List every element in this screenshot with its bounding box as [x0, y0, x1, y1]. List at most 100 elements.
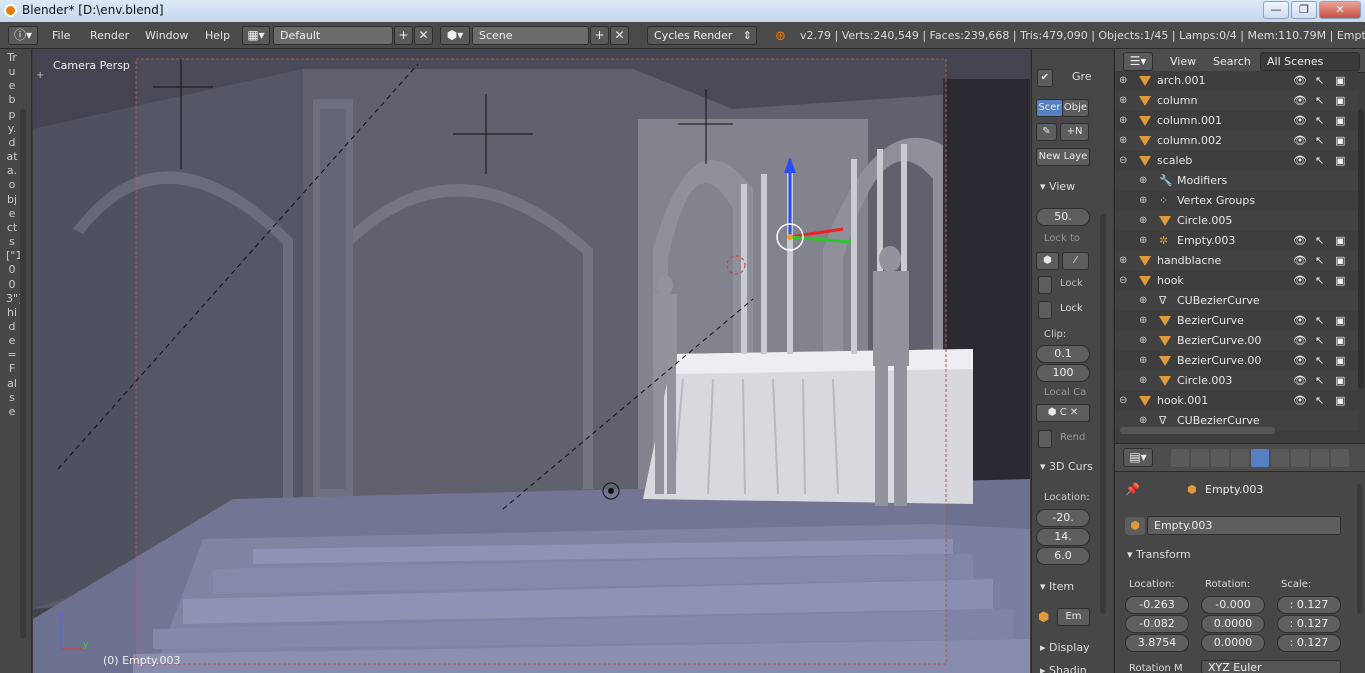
constraints-tab-icon[interactable]: [1271, 449, 1289, 467]
location-z-field[interactable]: 3.8754: [1125, 634, 1189, 652]
expand-toggle-icon[interactable]: ⊕: [1139, 191, 1147, 211]
new-note-button[interactable]: +N: [1060, 123, 1089, 141]
location-x-field[interactable]: -0.263: [1125, 596, 1189, 614]
render-engine-select[interactable]: Cycles Render ⇕: [647, 26, 757, 45]
expand-toggle-icon[interactable]: ⊕: [1139, 171, 1147, 191]
material-tab-icon[interactable]: [1311, 449, 1329, 467]
select-pointer-icon[interactable]: ↖: [1315, 331, 1324, 351]
location-y-field[interactable]: -0.082: [1125, 615, 1189, 633]
outliner-editor-icon[interactable]: ☰▾: [1123, 52, 1153, 71]
minimize-button[interactable]: —: [1263, 1, 1289, 19]
expand-toggle-icon[interactable]: ⊕: [1119, 91, 1127, 111]
menu-file[interactable]: File: [52, 29, 70, 42]
tool-shelf-toggle-icon[interactable]: +: [36, 71, 46, 81]
render-camera-icon[interactable]: ▣: [1335, 351, 1345, 371]
3d-viewport[interactable]: z y Camera Persp (0) Empty.003 +: [33, 49, 1030, 673]
select-pointer-icon[interactable]: ↖: [1315, 391, 1324, 411]
properties-scrollbar[interactable]: [1357, 484, 1362, 614]
cursor-x-field[interactable]: -20.: [1036, 509, 1090, 527]
expand-toggle-icon[interactable]: ⊕: [1139, 351, 1147, 371]
rotation-mode-select[interactable]: XYZ Euler: [1201, 660, 1341, 673]
menu-help[interactable]: Help: [205, 29, 230, 42]
outliner-row[interactable]: ⊕ BezierCurve 👁 ↖ ▣: [1115, 311, 1358, 331]
3d-cursor-panel-header[interactable]: ▾ 3D Curs: [1040, 460, 1093, 473]
expand-toggle-icon[interactable]: ⊕: [1139, 331, 1147, 351]
outliner-row[interactable]: ⊕ arch.001 👁 ↖ ▣: [1115, 71, 1358, 91]
modifiers-tab-icon[interactable]: [1291, 449, 1309, 467]
render-camera-icon[interactable]: ▣: [1335, 91, 1345, 111]
expand-toggle-icon[interactable]: ⊕: [1119, 131, 1127, 151]
outliner-row[interactable]: ⊕ ⁘ Vertex Groups: [1115, 191, 1358, 211]
outliner-menu-search[interactable]: Search: [1213, 55, 1251, 68]
expand-toggle-icon[interactable]: ⊕: [1119, 71, 1127, 91]
render-camera-icon[interactable]: ▣: [1335, 231, 1345, 251]
panel-scrollbar[interactable]: [1100, 214, 1106, 614]
scene-field[interactable]: Scene: [472, 26, 589, 45]
select-pointer-icon[interactable]: ↖: [1315, 311, 1324, 331]
add-scene-button[interactable]: +: [590, 26, 609, 45]
scale-x-field[interactable]: : 0.127: [1277, 596, 1341, 614]
select-pointer-icon[interactable]: ↖: [1315, 371, 1324, 391]
clip-start-field[interactable]: 0.1: [1036, 345, 1090, 363]
outliner-menu-view[interactable]: View: [1170, 55, 1196, 68]
object-name-field[interactable]: Empty.003: [1147, 516, 1341, 535]
local-camera-field[interactable]: ⬢ C ✕: [1036, 404, 1090, 422]
cursor-z-field[interactable]: 6.0: [1036, 547, 1090, 565]
rotation-z-field[interactable]: 0.0000: [1201, 634, 1265, 652]
scale-z-field[interactable]: : 0.127: [1277, 634, 1341, 652]
menu-render[interactable]: Render: [90, 29, 129, 42]
outliner-row[interactable]: ⊕ column.002 👁 ↖ ▣: [1115, 131, 1358, 151]
outliner-row[interactable]: ⊕ ✲ Empty.003 👁 ↖ ▣: [1115, 231, 1358, 251]
render-camera-icon[interactable]: ▣: [1335, 111, 1345, 131]
menu-window[interactable]: Window: [145, 29, 188, 42]
visibility-eye-icon[interactable]: 👁: [1293, 311, 1307, 331]
render-camera-icon[interactable]: ▣: [1335, 271, 1345, 291]
outliner-row[interactable]: ⊕ column 👁 ↖ ▣: [1115, 91, 1358, 111]
item-panel-header[interactable]: ▾ Item: [1040, 580, 1074, 593]
render-camera-icon[interactable]: ▣: [1335, 71, 1345, 91]
add-layout-button[interactable]: +: [394, 26, 413, 45]
object-tab-icon[interactable]: [1251, 449, 1269, 467]
outliner-row[interactable]: ⊕ 🔧 Modifiers: [1115, 171, 1358, 191]
render-camera-icon[interactable]: ▣: [1335, 251, 1345, 271]
object-source-button[interactable]: Obje: [1062, 99, 1089, 117]
grease-pencil-header[interactable]: Gre: [1072, 70, 1092, 83]
screen-layout-icon[interactable]: ▦▾: [242, 26, 270, 45]
expand-toggle-icon[interactable]: ⊖: [1119, 271, 1127, 291]
expand-toggle-icon[interactable]: ⊖: [1119, 391, 1127, 411]
lens-field[interactable]: 50.: [1036, 208, 1090, 226]
rotation-x-field[interactable]: -0.000: [1201, 596, 1265, 614]
screen-layout-field[interactable]: Default: [273, 26, 393, 45]
visibility-eye-icon[interactable]: 👁: [1293, 131, 1307, 151]
scene-source-button[interactable]: Scer: [1036, 99, 1063, 117]
render-camera-icon[interactable]: ▣: [1335, 371, 1345, 391]
outliner-row[interactable]: ⊕ handblacne 👁 ↖ ▣: [1115, 251, 1358, 271]
shading-panel-header[interactable]: ▸ Shadin: [1040, 664, 1087, 673]
expand-toggle-icon[interactable]: ⊖: [1119, 151, 1127, 171]
visibility-eye-icon[interactable]: 👁: [1293, 231, 1307, 251]
select-pointer-icon[interactable]: ↖: [1315, 251, 1324, 271]
visibility-eye-icon[interactable]: 👁: [1293, 351, 1307, 371]
outliner-filter-select[interactable]: All Scenes: [1260, 52, 1360, 71]
editor-type-info-icon[interactable]: ⓘ▾: [8, 26, 38, 45]
expand-toggle-icon[interactable]: ⊕: [1119, 111, 1127, 131]
outliner-row[interactable]: ⊖ scaleb 👁 ↖ ▣: [1115, 151, 1358, 171]
outliner-vertical-scrollbar[interactable]: [1358, 109, 1364, 389]
visibility-eye-icon[interactable]: 👁: [1293, 111, 1307, 131]
outliner-row[interactable]: ⊖ hook.001 👁 ↖ ▣: [1115, 391, 1358, 411]
visibility-eye-icon[interactable]: 👁: [1293, 391, 1307, 411]
expand-toggle-icon[interactable]: ⊕: [1139, 311, 1147, 331]
outliner-row[interactable]: ⊖ hook 👁 ↖ ▣: [1115, 271, 1358, 291]
render-camera-icon[interactable]: ▣: [1335, 131, 1345, 151]
select-pointer-icon[interactable]: ↖: [1315, 151, 1324, 171]
properties-editor-icon[interactable]: ▤▾: [1123, 448, 1153, 467]
visibility-eye-icon[interactable]: 👁: [1293, 91, 1307, 111]
item-name-field[interactable]: Em: [1057, 608, 1090, 626]
grease-checkbox[interactable]: ✔: [1037, 69, 1053, 87]
expand-toggle-icon[interactable]: ⊕: [1139, 371, 1147, 391]
visibility-eye-icon[interactable]: 👁: [1293, 71, 1307, 91]
outliner-row[interactable]: ⊕ BezierCurve.00 👁 ↖ ▣: [1115, 351, 1358, 371]
outliner-horizontal-scrollbar[interactable]: [1120, 427, 1275, 434]
pin-icon[interactable]: 📌: [1125, 482, 1140, 496]
physics-tab-icon[interactable]: [1331, 449, 1349, 467]
